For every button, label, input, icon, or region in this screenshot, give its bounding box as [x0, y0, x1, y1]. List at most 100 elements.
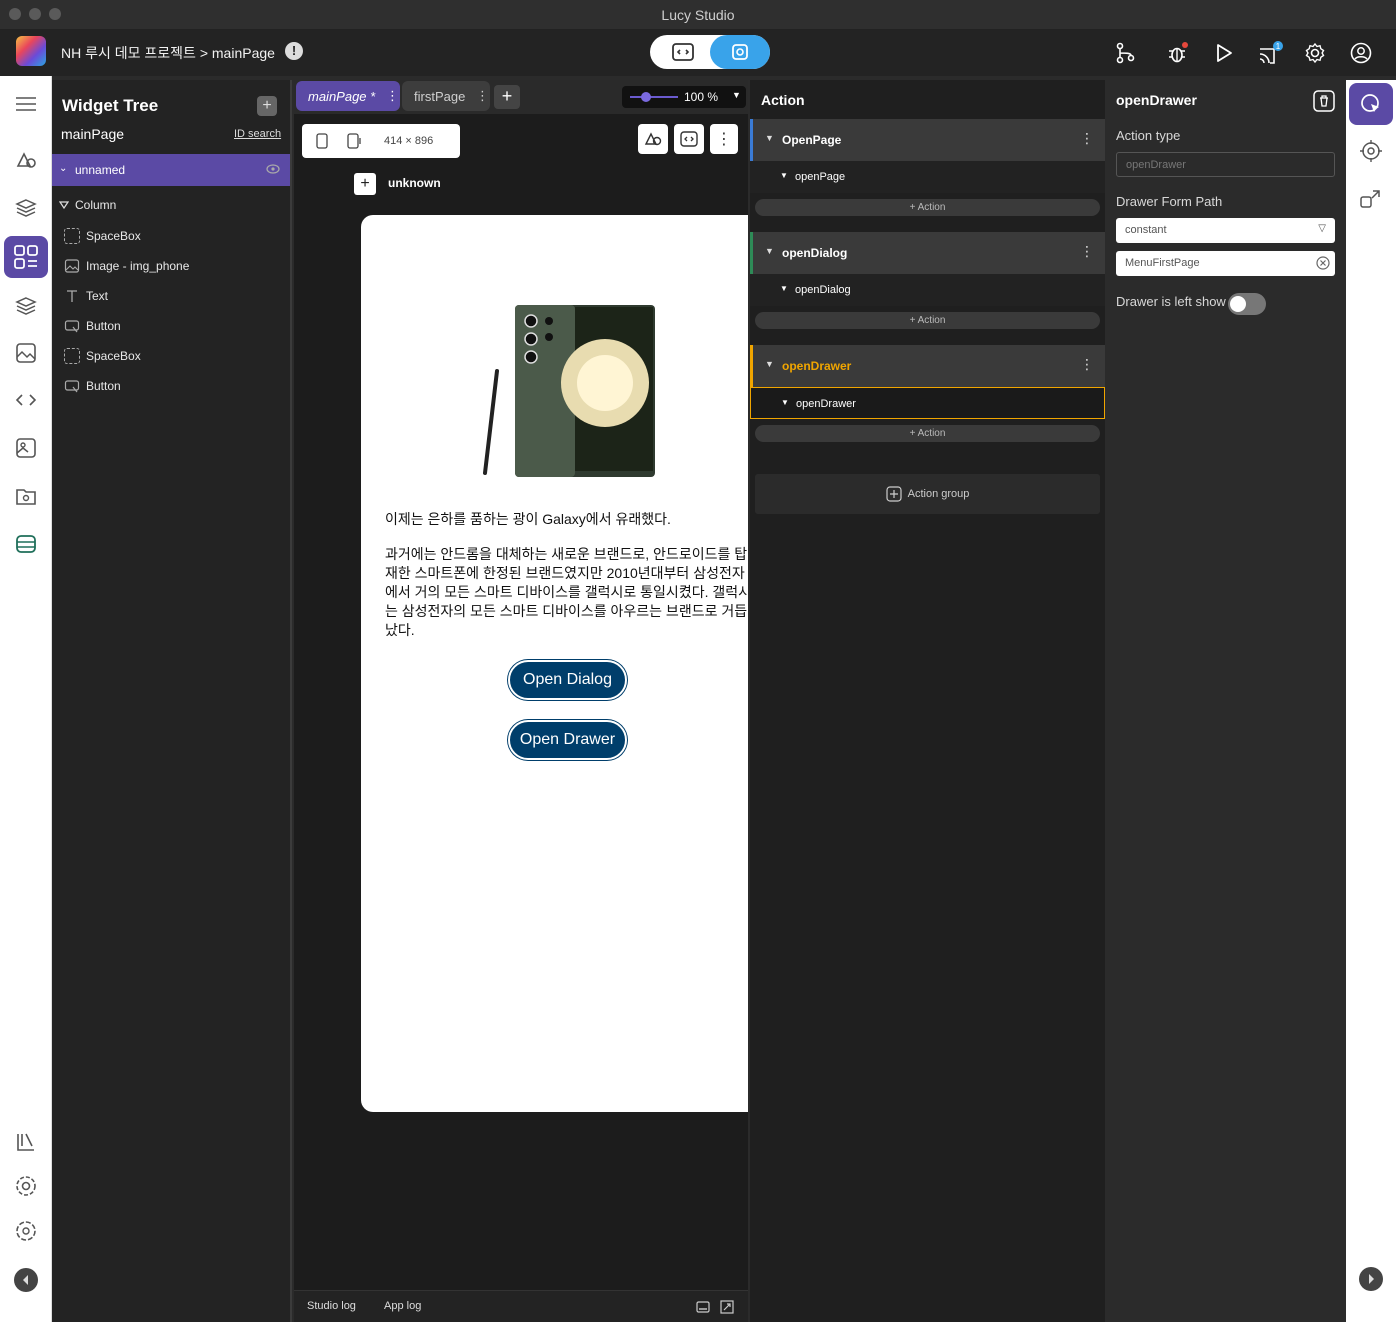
tab-label: firstPage — [414, 89, 466, 104]
log-bar: Studio log App log — [294, 1290, 748, 1322]
spacebox-icon — [64, 228, 80, 244]
id-search-link[interactable]: ID search — [234, 128, 281, 140]
add-action-button[interactable]: + Action — [755, 312, 1100, 329]
tree-item-column[interactable]: Column — [59, 198, 116, 212]
tree-item-button[interactable]: Button — [64, 378, 121, 394]
folder-settings-icon[interactable] — [12, 482, 40, 510]
target-crosshair-icon[interactable] — [1359, 139, 1383, 163]
zoom-control[interactable]: 100 % ▼ — [622, 86, 746, 108]
more-vertical-icon[interactable]: ⋮ — [1080, 356, 1094, 373]
help-support-icon[interactable] — [12, 1217, 40, 1245]
column-collapse-icon[interactable] — [59, 200, 69, 210]
component-link-icon[interactable] — [1359, 187, 1383, 211]
chevron-down-icon[interactable]: ▼ — [765, 359, 774, 369]
add-tab-button[interactable]: + — [494, 85, 520, 109]
device-portrait-icon[interactable] — [314, 133, 330, 149]
database-table-icon[interactable] — [12, 530, 40, 558]
tab-more-icon[interactable]: ⋮ — [386, 88, 399, 104]
preferences-gear-icon[interactable] — [12, 1172, 40, 1200]
action-group-opendrawer[interactable]: ▼ openDrawer ⋮ — [750, 345, 1105, 387]
add-action-button[interactable]: + Action — [755, 199, 1100, 216]
open-drawer-button[interactable]: Open Drawer — [508, 720, 627, 760]
code-brackets-icon[interactable] — [12, 386, 40, 414]
shapes-toggle-button[interactable] — [638, 124, 668, 154]
action-item-opendialog[interactable]: ▼ openDialog — [750, 274, 1105, 306]
stack-layers-icon[interactable] — [12, 292, 40, 320]
action-group-openpage[interactable]: ▼ OpenPage ⋮ — [750, 119, 1105, 161]
image-edit-icon[interactable] — [12, 434, 40, 462]
app-log-tab[interactable]: App log — [384, 1300, 421, 1312]
studio-log-tab[interactable]: Studio log — [307, 1300, 356, 1312]
layers-icon[interactable] — [12, 194, 40, 222]
notification-count: 1 — [1276, 42, 1281, 51]
chevron-down-icon[interactable]: ▼ — [781, 398, 789, 407]
tree-item-spacebox[interactable]: SpaceBox — [64, 348, 141, 364]
more-vertical-icon[interactable]: ⋮ — [1080, 243, 1094, 260]
phone-product-image[interactable] — [479, 301, 659, 481]
action-panel: Action ▼ OpenPage ⋮ ▼ openPage + Action … — [750, 80, 1105, 1322]
action-nav-active[interactable] — [1349, 83, 1393, 125]
clear-circle-icon[interactable] — [1316, 256, 1330, 270]
add-above-button[interactable]: + — [354, 173, 376, 195]
zoom-dropdown-icon[interactable]: ▼ — [732, 90, 741, 100]
action-item-opendrawer-selected[interactable]: ▼ openDrawer — [750, 387, 1105, 419]
tree-item-label: Text — [86, 289, 109, 303]
tree-item-image[interactable]: Image - img_phone — [64, 258, 189, 274]
tab-more-icon[interactable]: ⋮ — [476, 88, 489, 104]
settings-gear-icon[interactable] — [1301, 39, 1329, 67]
zoom-slider[interactable] — [628, 91, 680, 103]
account-avatar-icon[interactable] — [1347, 39, 1375, 67]
shapes-icon[interactable] — [12, 146, 40, 174]
drawer-left-show-toggle[interactable] — [1228, 293, 1266, 315]
warning-icon[interactable]: ! — [285, 42, 303, 60]
tab-firstpage[interactable]: firstPage ⋮ — [402, 81, 490, 111]
group-color-bar — [750, 345, 753, 387]
library-books-icon[interactable] — [12, 1128, 40, 1156]
drawer-path-mode-select[interactable]: constant ▽ — [1116, 218, 1335, 243]
widget-grid-icon[interactable] — [12, 243, 40, 271]
chevron-down-icon[interactable]: ▼ — [765, 246, 774, 256]
device-rotate-icon[interactable] — [346, 133, 364, 149]
device-toolbar: 414 × 896 — [302, 124, 460, 158]
open-dialog-button[interactable]: Open Dialog — [508, 660, 627, 700]
tree-item-text[interactable]: Text — [64, 288, 108, 304]
view-mode-toggle[interactable] — [650, 35, 770, 69]
add-widget-button[interactable]: + — [257, 96, 277, 116]
chevron-down-icon[interactable]: ▽ — [1318, 223, 1326, 234]
more-vertical-icon[interactable]: ⋮ — [1080, 130, 1094, 147]
canvas-more-button[interactable]: ⋮ — [710, 124, 738, 154]
chevron-down-icon[interactable]: ⌄ — [59, 163, 67, 174]
run-play-icon[interactable] — [1209, 39, 1237, 67]
image-gallery-icon[interactable] — [12, 339, 40, 367]
action-item-openpage[interactable]: ▼ openPage — [750, 161, 1105, 193]
design-view-icon[interactable] — [710, 35, 770, 69]
tree-item-spacebox[interactable]: SpaceBox — [64, 228, 141, 244]
visibility-eye-icon[interactable] — [266, 163, 280, 175]
collapse-left-icon[interactable] — [12, 1266, 40, 1294]
chevron-down-icon[interactable]: ▼ — [765, 133, 774, 143]
chevron-down-icon[interactable]: ▼ — [780, 284, 788, 293]
drawer-path-value-field[interactable]: MenuFirstPage — [1116, 251, 1335, 276]
tree-item-button[interactable]: Button — [64, 318, 121, 334]
collapse-right-icon[interactable] — [1358, 1266, 1384, 1292]
menu-hamburger-icon[interactable] — [12, 90, 40, 118]
debug-bug-icon[interactable] — [1163, 39, 1191, 67]
delete-trash-icon[interactable] — [1313, 90, 1335, 112]
preview-device-button[interactable] — [674, 124, 704, 154]
minimize-log-icon[interactable] — [696, 1300, 710, 1314]
page-widget-label: unknown — [388, 176, 441, 190]
add-action-button[interactable]: + Action — [755, 425, 1100, 442]
tab-mainpage[interactable]: mainPage * ⋮ — [296, 81, 400, 111]
tree-item-label: Button — [86, 319, 121, 333]
cast-icon[interactable]: 1 — [1256, 39, 1284, 67]
git-branch-icon[interactable] — [1111, 39, 1139, 67]
add-action-group-button[interactable]: Action group — [755, 474, 1100, 514]
code-view-icon[interactable] — [656, 38, 710, 66]
button-icon — [64, 320, 80, 333]
action-group-opendialog[interactable]: ▼ openDialog ⋮ — [750, 232, 1105, 274]
tree-item-selected[interactable]: ⌄ unnamed — [52, 154, 290, 186]
expand-log-icon[interactable] — [720, 1300, 734, 1314]
action-type-field[interactable]: openDrawer — [1116, 152, 1335, 177]
chevron-down-icon[interactable]: ▼ — [780, 171, 788, 180]
project-breadcrumb: NH 루시 데모 프로젝트 > mainPage — [61, 45, 275, 61]
